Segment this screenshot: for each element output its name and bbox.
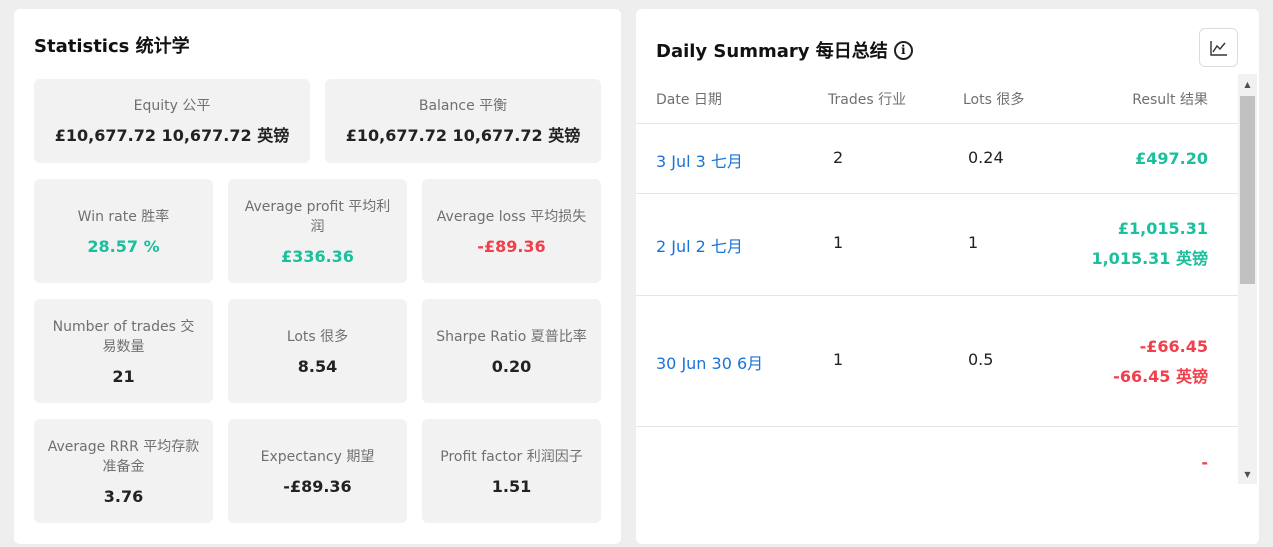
win-rate-value: 28.57 % bbox=[87, 236, 160, 256]
table-row[interactable]: - bbox=[636, 427, 1238, 484]
lots-tile: Lots 很多 8.54 bbox=[228, 299, 407, 403]
profit-factor-value: 1.51 bbox=[491, 476, 532, 496]
scroll-down-arrow-icon[interactable]: ▼ bbox=[1238, 464, 1257, 484]
balance-label: Balance 平衡 bbox=[418, 98, 508, 114]
average-profit-tile: Average profit 平均利润 £336.36 bbox=[228, 179, 407, 283]
row-date-link[interactable]: 3 Jul 3 七月 bbox=[656, 148, 743, 172]
sharpe-ratio-label: Sharpe Ratio 夏普比率 bbox=[436, 328, 587, 345]
row-result: £1,015.31 1,015.31 英镑 bbox=[1091, 219, 1208, 268]
number-of-trades-label: Number of trades 交易数量 bbox=[52, 318, 195, 355]
scroll-thumb[interactable] bbox=[1240, 96, 1255, 284]
row-result: - bbox=[1201, 453, 1208, 472]
number-of-trades-value: 21 bbox=[112, 366, 135, 386]
statistics-panel: Statistics 统计学 Equity 公平 £10,677.72 10,6… bbox=[14, 9, 621, 544]
row-trades: 1 bbox=[833, 233, 844, 252]
row-trades: 1 bbox=[833, 350, 844, 369]
expectancy-value: -£89.36 bbox=[283, 476, 352, 496]
equity-label: Equity 公平 bbox=[133, 98, 211, 114]
win-rate-label: Win rate 胜率 bbox=[77, 208, 170, 225]
daily-summary-panel: Daily Summary 每日总结 i Date 日期 Trades 行业 L… bbox=[636, 9, 1259, 544]
column-result[interactable]: Result 结果 bbox=[1132, 89, 1208, 109]
column-lots[interactable]: Lots 很多 bbox=[963, 89, 1024, 109]
table-row[interactable]: 2 Jul 2 七月 1 1 £1,015.31 1,015.31 英镑 bbox=[636, 194, 1238, 296]
average-rrr-label: Average RRR 平均存款准备金 bbox=[47, 438, 200, 475]
average-loss-value: -£89.36 bbox=[477, 236, 546, 256]
column-date[interactable]: Date 日期 bbox=[656, 89, 722, 109]
number-of-trades-tile: Number of trades 交易数量 21 bbox=[34, 299, 213, 403]
line-chart-icon bbox=[1209, 40, 1227, 56]
row-result: £497.20 bbox=[1135, 149, 1208, 168]
row-trades: 2 bbox=[833, 148, 844, 167]
average-profit-label: Average profit 平均利润 bbox=[244, 198, 391, 235]
lots-label: Lots 很多 bbox=[286, 328, 349, 345]
sharpe-ratio-value: 0.20 bbox=[491, 356, 532, 376]
balance-value: £10,677.72 10,677.72 英镑 bbox=[345, 126, 581, 145]
scroll-up-arrow-icon[interactable]: ▲ bbox=[1238, 74, 1257, 94]
table-header: Date 日期 Trades 行业 Lots 很多 Result 结果 bbox=[636, 74, 1238, 124]
profit-factor-tile: Profit factor 利润因子 1.51 bbox=[422, 419, 601, 523]
sharpe-ratio-tile: Sharpe Ratio 夏普比率 0.20 bbox=[422, 299, 601, 403]
row-date-link[interactable]: 30 Jun 30 6月 bbox=[656, 350, 763, 374]
row-date-link[interactable]: 2 Jul 2 七月 bbox=[656, 233, 743, 257]
average-rrr-tile: Average RRR 平均存款准备金 3.76 bbox=[34, 419, 213, 523]
row-result: -£66.45 -66.45 英镑 bbox=[1113, 337, 1208, 386]
expectancy-tile: Expectancy 期望 -£89.36 bbox=[228, 419, 407, 523]
statistics-title: Statistics 统计学 bbox=[34, 36, 190, 57]
row-lots: 1 bbox=[968, 233, 979, 252]
row-lots: 0.24 bbox=[968, 148, 1004, 167]
average-loss-tile: Average loss 平均损失 -£89.36 bbox=[422, 179, 601, 283]
balance-tile: Balance 平衡 £10,677.72 10,677.72 英镑 bbox=[325, 79, 601, 163]
average-profit-value: £336.36 bbox=[281, 246, 354, 266]
daily-summary-title: Daily Summary 每日总结 bbox=[656, 41, 888, 62]
info-icon[interactable]: i bbox=[893, 40, 913, 60]
lots-value: 8.54 bbox=[297, 356, 338, 376]
table-scrollbar[interactable]: ▲ ▼ bbox=[1238, 74, 1257, 484]
row-lots: 0.5 bbox=[968, 350, 994, 369]
average-rrr-value: 3.76 bbox=[103, 486, 144, 506]
win-rate-tile: Win rate 胜率 28.57 % bbox=[34, 179, 213, 283]
table-row[interactable]: 30 Jun 30 6月 1 0.5 -£66.45 -66.45 英镑 bbox=[636, 296, 1238, 427]
expectancy-label: Expectancy 期望 bbox=[260, 448, 375, 465]
daily-summary-header: Daily Summary 每日总结 i bbox=[656, 37, 913, 63]
column-trades[interactable]: Trades 行业 bbox=[828, 89, 906, 109]
equity-tile: Equity 公平 £10,677.72 10,677.72 英镑 bbox=[34, 79, 310, 163]
equity-value: £10,677.72 10,677.72 英镑 bbox=[54, 126, 290, 145]
chart-view-button[interactable] bbox=[1199, 28, 1238, 67]
daily-summary-table: Date 日期 Trades 行业 Lots 很多 Result 结果 3 Ju… bbox=[636, 74, 1238, 484]
average-loss-label: Average loss 平均损失 bbox=[436, 208, 587, 225]
profit-factor-label: Profit factor 利润因子 bbox=[440, 448, 583, 465]
table-row[interactable]: 3 Jul 3 七月 2 0.24 £497.20 bbox=[636, 124, 1238, 194]
